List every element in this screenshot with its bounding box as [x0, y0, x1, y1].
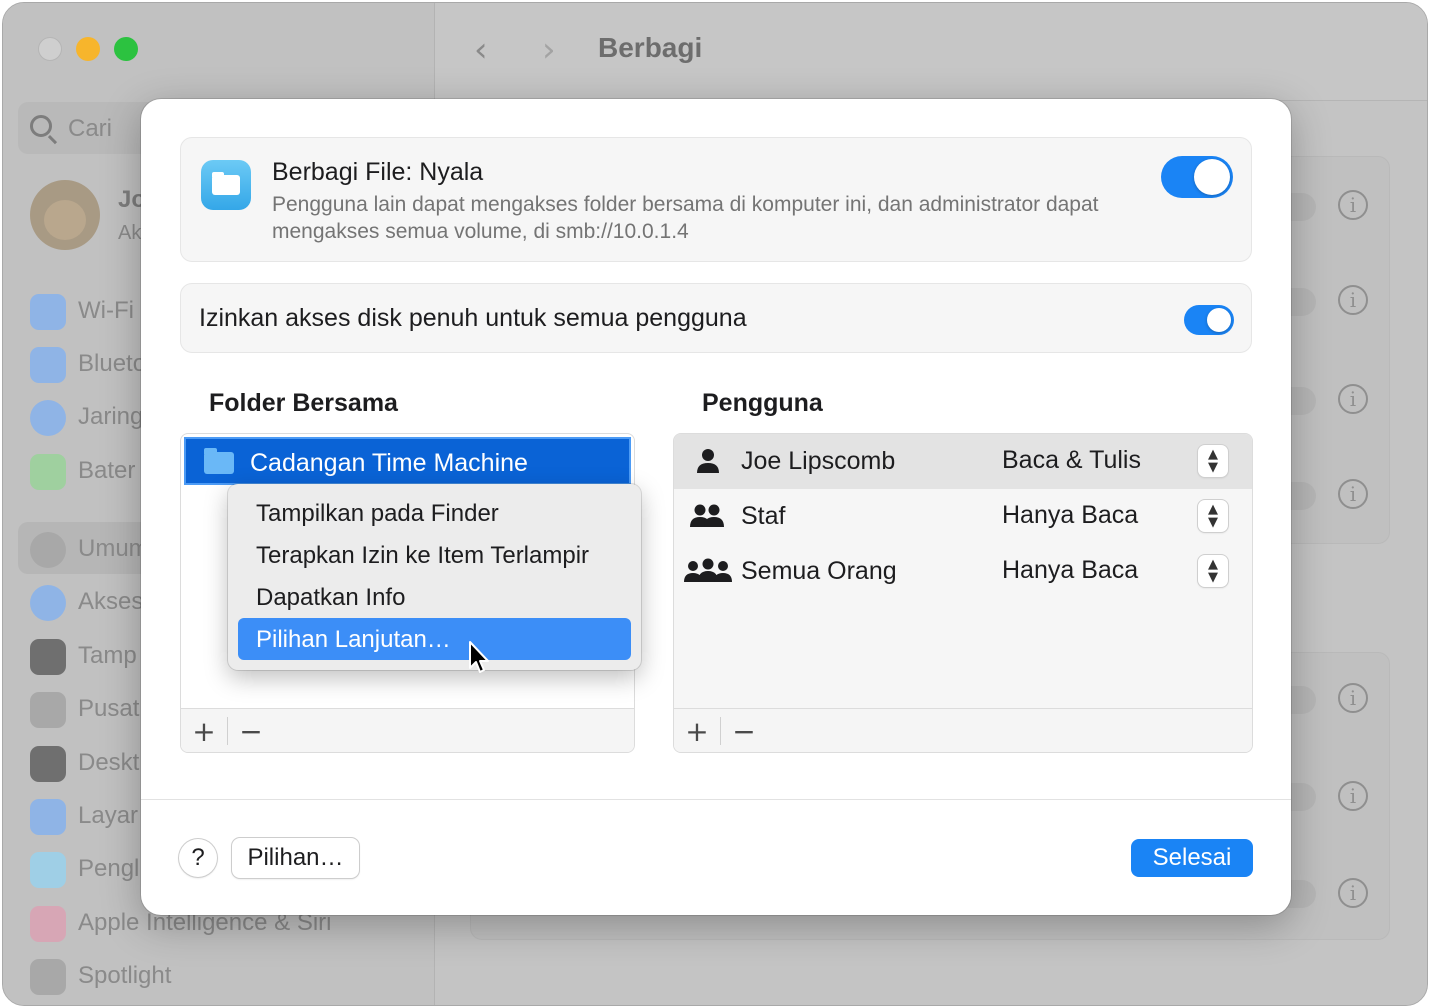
full-disk-access-toggle[interactable] [1184, 305, 1234, 335]
battery-icon [30, 454, 66, 490]
remove-user-button[interactable]: − [729, 715, 759, 748]
file-sharing-card: Berbagi File: Nyala Pengguna lain dapat … [180, 137, 1252, 262]
info-icon[interactable]: i [1338, 285, 1368, 315]
screensaver-icon [30, 852, 66, 888]
display-icon [30, 799, 66, 835]
toggle-knob [1207, 308, 1231, 332]
sidebar-item-label: Blueto [78, 350, 147, 377]
info-icon[interactable]: i [1338, 781, 1368, 811]
footer-divider [227, 717, 228, 745]
close-window-button[interactable] [38, 37, 62, 61]
menu-item-label: Terapkan Izin ke Item Terlampir [256, 542, 590, 569]
wifi-icon [30, 294, 66, 330]
permission-value: Hanya Baca [1002, 556, 1139, 584]
search-icon [30, 115, 52, 137]
user-row-joe-lipscomb[interactable]: Joe Lipscomb Baca & Tulis ▲ ▼ [674, 434, 1252, 489]
minimize-window-button[interactable] [76, 37, 100, 61]
desktop-icon [30, 746, 66, 782]
permission-stepper[interactable]: ▲ ▼ [1198, 555, 1228, 587]
permission-stepper[interactable]: ▲ ▼ [1198, 500, 1228, 532]
sidebar-user-subtitle: Ak [118, 222, 142, 244]
bluetooth-icon [30, 347, 66, 383]
user-name: Joe Lipscomb [741, 447, 896, 475]
permission-stepper[interactable]: ▲ ▼ [1198, 445, 1228, 477]
window-title: Berbagi [598, 32, 703, 63]
users-heading: Pengguna [702, 389, 823, 417]
menu-item-label: Tampilkan pada Finder [256, 500, 499, 527]
info-icon[interactable]: i [1338, 479, 1368, 509]
remove-folder-button[interactable]: − [236, 715, 266, 748]
network-icon [30, 400, 66, 436]
footer-divider [720, 717, 721, 745]
shared-folders-heading: Folder Bersama [209, 389, 398, 417]
everyone-icon [684, 558, 732, 582]
folder-icon [204, 448, 234, 474]
file-sharing-title: Berbagi File: Nyala [272, 158, 484, 186]
forward-arrow-icon[interactable]: › [542, 30, 556, 70]
folder-row-time-machine[interactable]: Cadangan Time Machine [184, 437, 631, 485]
info-icon[interactable]: i [1338, 384, 1368, 414]
spotlight-icon [30, 959, 66, 995]
add-user-button[interactable]: + [682, 715, 712, 748]
titlebar [435, 3, 1427, 101]
search-placeholder: Cari [68, 115, 113, 142]
sidebar-item-label: Tamp [78, 642, 137, 669]
permission-value: Hanya Baca [1002, 501, 1139, 529]
info-icon[interactable]: i [1338, 190, 1368, 220]
menu-item-get-info[interactable]: Dapatkan Info [238, 576, 631, 618]
toggle-knob [1194, 159, 1230, 195]
sidebar-item-label: Umum [78, 535, 149, 562]
back-arrow-icon[interactable]: ‹ [474, 30, 488, 70]
user-row-staf[interactable]: Staf Hanya Baca ▲ ▼ [674, 489, 1252, 544]
general-icon [30, 532, 66, 568]
sidebar-item-label: Spotlight [78, 962, 172, 989]
done-button[interactable]: Selesai [1131, 839, 1253, 877]
sidebar-item-spotlight[interactable]: Spotlight [30, 957, 410, 997]
group-icon [690, 504, 724, 527]
appearance-icon [30, 639, 66, 675]
file-sharing-folder-icon [201, 160, 251, 210]
menu-item-apply-permissions[interactable]: Terapkan Izin ke Item Terlampir [238, 534, 631, 576]
options-button[interactable]: Pilihan… [232, 838, 359, 878]
folder-context-menu: Tampilkan pada Finder Terapkan Izin ke I… [228, 484, 641, 670]
sidebar-item-label: Pusat [78, 695, 140, 722]
users-list: Joe Lipscomb Baca & Tulis ▲ ▼ Staf Hanya … [673, 433, 1253, 753]
sidebar-item-label: Bater [78, 457, 136, 484]
sidebar-item-label: Akses [78, 588, 144, 615]
control-center-icon [30, 692, 66, 728]
file-sharing-toggle[interactable] [1161, 156, 1233, 198]
file-sharing-description: Pengguna lain dapat mengakses folder ber… [272, 193, 1099, 243]
sidebar-item-label: Wi-Fi [78, 297, 134, 324]
avatar[interactable] [30, 180, 100, 250]
sidebar-item-label: Layar [78, 802, 139, 829]
siri-icon [30, 906, 66, 942]
full-disk-access-label: Izinkan akses disk penuh untuk semua pen… [199, 304, 747, 332]
user-row-semua-orang[interactable]: Semua Orang Hanya Baca ▲ ▼ [674, 544, 1252, 599]
sidebar-item-label: Jaring [78, 403, 144, 430]
help-button[interactable]: ? [179, 839, 217, 877]
sidebar-item-label: Deskt [78, 749, 140, 776]
user-name: Staf [741, 502, 786, 530]
menu-item-show-in-finder[interactable]: Tampilkan pada Finder [238, 492, 631, 534]
info-icon[interactable]: i [1338, 683, 1368, 713]
add-folder-button[interactable]: + [189, 715, 219, 748]
permission-value: Baca & Tulis [1002, 446, 1141, 474]
mouse-cursor-icon [469, 641, 489, 673]
info-icon[interactable]: i [1338, 878, 1368, 908]
person-icon [697, 449, 719, 473]
sidebar-item-label: Pengl [78, 855, 140, 882]
full-disk-access-card: Izinkan akses disk penuh untuk semua pen… [180, 283, 1252, 353]
menu-item-advanced-options[interactable]: Pilihan Lanjutan… [238, 618, 631, 660]
zoom-window-button[interactable] [114, 37, 138, 61]
users-list-footer: + − [674, 708, 1252, 752]
folders-list-footer: + − [181, 708, 634, 752]
menu-item-label: Pilihan Lanjutan… [256, 626, 451, 653]
folder-label: Cadangan Time Machine [250, 449, 528, 477]
user-name: Semua Orang [741, 557, 897, 585]
menu-item-label: Dapatkan Info [256, 584, 406, 611]
sheet-divider [141, 799, 1291, 800]
accessibility-icon [30, 585, 66, 621]
